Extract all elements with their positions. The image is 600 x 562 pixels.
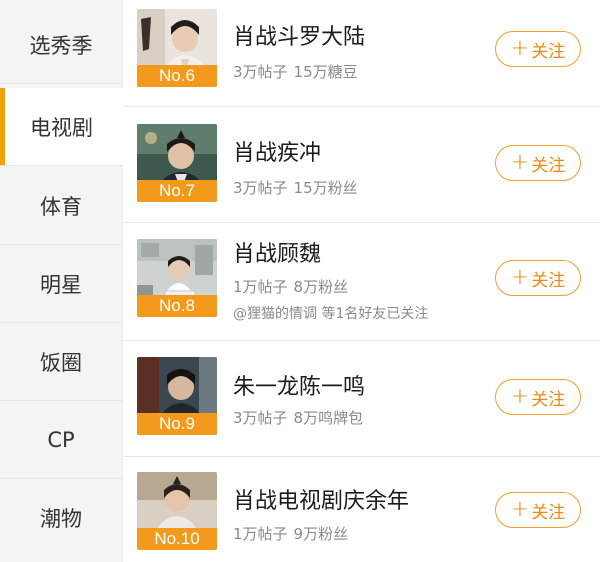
follow-button[interactable]: + 关注 <box>495 260 581 296</box>
topic-stats: 3万帖子 15万糖豆 <box>233 61 358 82</box>
sidebar-item-cp[interactable]: CP <box>0 401 122 479</box>
topic-title[interactable]: 朱一龙陈一鸣 <box>233 369 365 401</box>
topic-title[interactable]: 肖战疾冲 <box>233 135 321 167</box>
sidebar-item-label: 选秀季 <box>29 33 93 58</box>
sidebar-item-label: 饭圈 <box>40 350 82 375</box>
fan-count: 9万粉丝 <box>293 525 349 543</box>
rank-badge: No.8 <box>137 295 217 317</box>
post-count: 1万帖子 <box>233 525 288 543</box>
topic-stats: 3万帖子 8万鸣牌包 <box>233 407 363 428</box>
list-item[interactable]: No.6 肖战斗罗大陆 3万帖子 15万糖豆 + 关注 <box>123 0 600 107</box>
sidebar-item-tiyu[interactable]: 体育 <box>0 167 122 245</box>
follow-button[interactable]: + 关注 <box>495 31 581 67</box>
rank-badge: No.6 <box>137 65 217 87</box>
post-count: 1万帖子 <box>233 278 288 296</box>
follow-button[interactable]: + 关注 <box>495 379 581 415</box>
follow-label: 关注 <box>531 389 566 410</box>
list-item[interactable]: No.7 肖战疾冲 3万帖子 15万粉丝 + 关注 <box>123 107 600 223</box>
follow-label: 关注 <box>531 155 566 176</box>
fan-count: 15万粉丝 <box>293 179 358 197</box>
sidebar-item-xuanxiuji[interactable]: 选秀季 <box>0 6 122 84</box>
fan-count: 8万粉丝 <box>293 278 349 296</box>
sidebar-item-label: 体育 <box>40 194 82 219</box>
post-count: 3万帖子 <box>233 179 288 197</box>
plus-icon: + <box>510 36 530 61</box>
sidebar-item-label: CP <box>47 427 75 452</box>
topic-stats: 3万帖子 15万粉丝 <box>233 177 358 198</box>
rank-badge: No.9 <box>137 413 217 435</box>
plus-icon: + <box>510 497 530 522</box>
topic-stats: 1万帖子 9万粉丝 <box>233 523 348 544</box>
topic-thumbnail: No.10 <box>137 472 217 550</box>
sidebar-item-dianshiju[interactable]: 电视剧 <box>0 88 123 166</box>
topic-thumbnail: No.6 <box>137 9 217 87</box>
category-sidebar: 选秀季 电视剧 体育 明星 饭圈 CP 潮物 <box>0 0 123 562</box>
sidebar-item-mingxing[interactable]: 明星 <box>0 245 122 323</box>
topic-thumbnail: No.9 <box>137 357 217 435</box>
sidebar-item-label: 电视剧 <box>30 115 93 140</box>
topic-thumbnail: No.8 <box>137 239 217 317</box>
sidebar-item-label: 潮物 <box>40 507 82 531</box>
rank-badge: No.10 <box>137 528 217 550</box>
post-count: 3万帖子 <box>233 63 288 81</box>
follow-button[interactable]: + 关注 <box>495 145 581 181</box>
fan-count: 15万糖豆 <box>293 63 358 81</box>
friends-followed-note[interactable]: @狸猫的情调 等1名好友已关注 <box>233 303 428 323</box>
list-item[interactable]: No.9 朱一龙陈一鸣 3万帖子 8万鸣牌包 + 关注 <box>123 341 600 457</box>
topic-title[interactable]: 肖战斗罗大陆 <box>233 19 365 51</box>
plus-icon: + <box>510 384 530 409</box>
fan-count: 8万鸣牌包 <box>293 409 364 427</box>
follow-label: 关注 <box>531 41 566 62</box>
list-item[interactable]: No.8 肖战顾魏 1万帖子 8万粉丝 @狸猫的情调 等1名好友已关注 + 关注 <box>123 223 600 341</box>
plus-icon: + <box>510 265 530 290</box>
list-item[interactable]: No.10 肖战电视剧庆余年 1万帖子 9万粉丝 + 关注 <box>123 457 600 562</box>
supertopic-list: No.6 肖战斗罗大陆 3万帖子 15万糖豆 + 关注 No.7 肖战疾冲 3万… <box>123 0 600 562</box>
sidebar-item-chaowu[interactable]: 潮物 <box>0 479 122 557</box>
follow-label: 关注 <box>531 270 566 291</box>
plus-icon: + <box>510 150 530 175</box>
follow-button[interactable]: + 关注 <box>495 492 581 528</box>
topic-thumbnail: No.7 <box>137 124 217 202</box>
topic-stats: 1万帖子 8万粉丝 <box>233 276 348 297</box>
follow-label: 关注 <box>531 502 566 523</box>
topic-title[interactable]: 肖战电视剧庆余年 <box>233 483 409 515</box>
post-count: 3万帖子 <box>233 409 288 427</box>
sidebar-item-fanquan[interactable]: 饭圈 <box>0 323 122 401</box>
sidebar-item-label: 明星 <box>40 272 82 297</box>
topic-title[interactable]: 肖战顾魏 <box>233 236 321 268</box>
rank-badge: No.7 <box>137 180 217 202</box>
